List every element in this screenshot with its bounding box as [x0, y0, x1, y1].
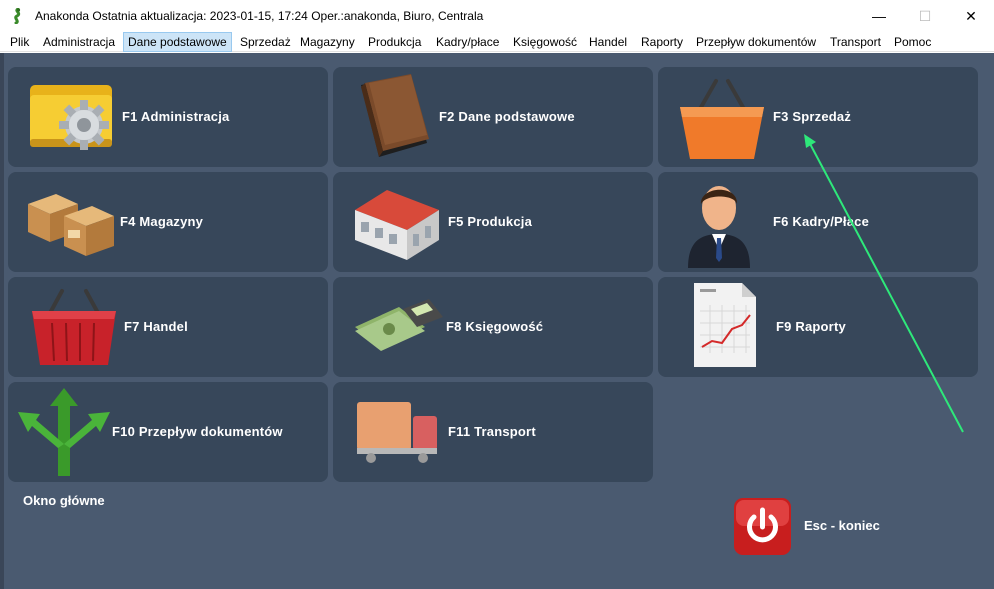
exit-button[interactable] [733, 497, 792, 556]
snake-app-icon [14, 8, 21, 24]
tile-raporty[interactable]: F9 Raporty [658, 277, 978, 377]
tile-administracja[interactable]: F1 Administracja [8, 67, 328, 167]
tile-dane-podstawowe[interactable]: F2 Dane podstawowe [333, 67, 653, 167]
tile-przeplyw-dokumentow[interactable]: F10 Przepływ dokumentów [8, 382, 328, 482]
menu-sprzedaz[interactable]: Sprzedaż [236, 32, 295, 52]
tile-label: F4 Magazyny [120, 214, 204, 229]
title-bar: Anakonda Ostatnia aktualizacja: 2023-01-… [0, 0, 994, 32]
window-title: Anakonda Ostatnia aktualizacja: 2023-01-… [35, 9, 484, 23]
tile-label: F1 Administracja [122, 109, 230, 124]
truck-icon [357, 402, 437, 463]
window-label: Okno główne [23, 493, 105, 508]
minimize-icon: — [872, 8, 886, 24]
tile-label: F5 Produkcja [448, 214, 533, 229]
green-arrows-icon [18, 388, 110, 476]
tile-ksiegowosc[interactable]: F8 Księgowość [333, 277, 653, 377]
exit-label: Esc - koniec [804, 518, 880, 533]
tile-produkcja[interactable]: F5 Produkcja [333, 172, 653, 272]
gear-folder-icon [30, 85, 112, 150]
money-calculator-icon [355, 299, 443, 351]
tile-magazyny[interactable]: F4 Magazyny [8, 172, 328, 272]
tile-label: F3 Sprzedaż [773, 109, 852, 124]
maximize-button[interactable]: ☐ [902, 0, 948, 32]
menu-dane-podstawowe[interactable]: Dane podstawowe [123, 32, 232, 52]
tile-label: F2 Dane podstawowe [439, 109, 575, 124]
tile-label: F10 Przepływ dokumentów [112, 424, 283, 439]
boxes-icon [28, 194, 114, 256]
tile-label: F8 Księgowość [446, 319, 544, 334]
left-edge [0, 53, 4, 589]
menu-raporty[interactable]: Raporty [637, 32, 687, 52]
maximize-icon: ☐ [918, 7, 932, 24]
menu-bar: Plik Administracja Dane podstawowe Sprze… [0, 32, 994, 52]
tile-transport[interactable]: F11 Transport [333, 382, 653, 482]
menu-plik[interactable]: Plik [6, 32, 33, 52]
menu-transport[interactable]: Transport [826, 32, 885, 52]
menu-pomoc[interactable]: Pomoc [890, 32, 935, 52]
tile-label: F11 Transport [448, 424, 536, 439]
menu-ksiegowosc[interactable]: Księgowość [509, 32, 581, 52]
factory-icon [355, 190, 439, 260]
tile-handel[interactable]: F7 Handel [8, 277, 328, 377]
tile-sprzedaz[interactable]: F3 Sprzedaż [658, 67, 978, 167]
report-chart-icon [694, 283, 756, 367]
menu-kadry-place[interactable]: Kadry/płace [432, 32, 503, 52]
close-button[interactable]: ✕ [948, 0, 994, 32]
tile-label: F9 Raporty [776, 319, 846, 334]
book-icon [361, 74, 429, 157]
menu-magazyny[interactable]: Magazyny [296, 32, 359, 52]
close-icon: ✕ [965, 7, 977, 24]
red-basket-icon [32, 289, 116, 365]
menu-administracja[interactable]: Administracja [39, 32, 119, 52]
tile-label: F6 Kadry/Płace [773, 214, 870, 229]
person-icon [688, 186, 750, 268]
minimize-button[interactable]: — [856, 0, 902, 32]
tile-label: F7 Handel [124, 319, 188, 334]
menu-produkcja[interactable]: Produkcja [364, 32, 425, 52]
menu-handel[interactable]: Handel [585, 32, 631, 52]
shopping-basket-icon [680, 79, 764, 159]
tile-kadry-place[interactable]: F6 Kadry/Płace [658, 172, 978, 272]
menu-przeplyw-dokumentow[interactable]: Przepływ dokumentów [692, 32, 820, 52]
